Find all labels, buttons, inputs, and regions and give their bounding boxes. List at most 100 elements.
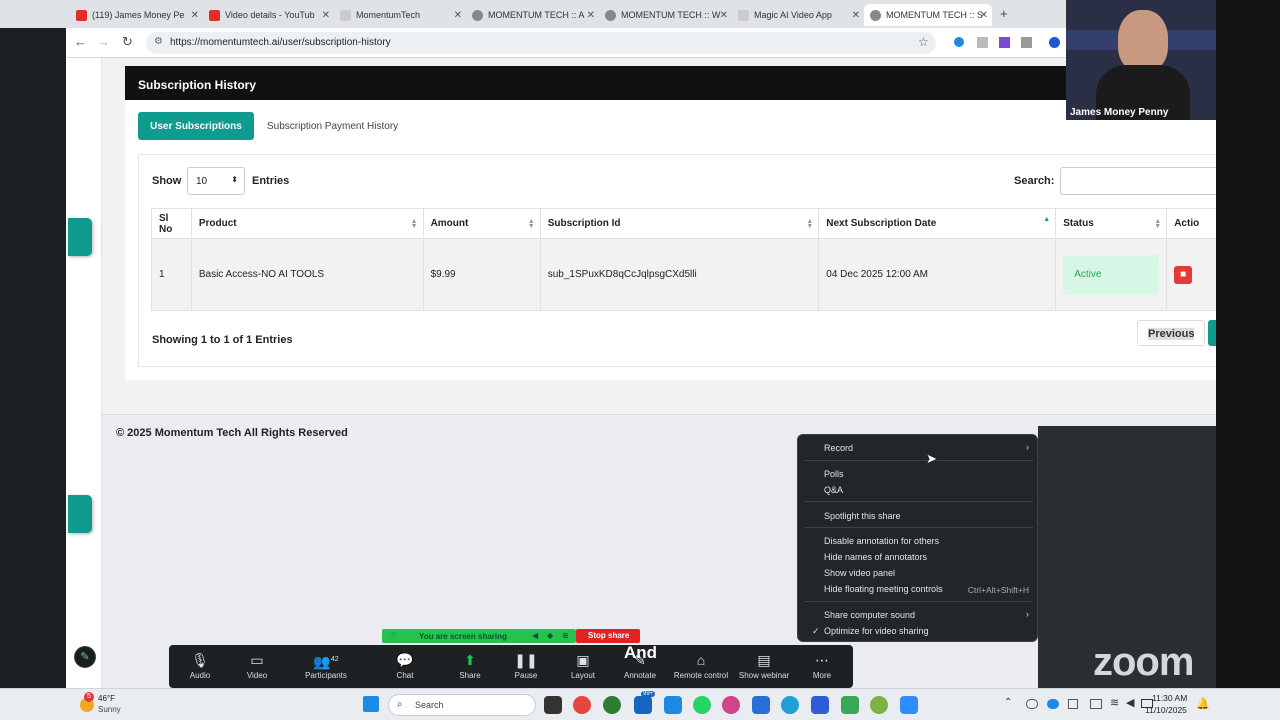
- sort-icon: ▲ ▼: [1154, 218, 1162, 230]
- close-icon[interactable]: ✕: [454, 10, 462, 21]
- store-icon[interactable]: [664, 696, 682, 714]
- app-tray-icon[interactable]: [1068, 699, 1078, 709]
- delete-trash-icon[interactable]: ■: [1174, 265, 1193, 284]
- url-field[interactable]: ⚙ https://momentumtech.ai/user/subscript…: [146, 32, 936, 54]
- column-header[interactable]: Sl No: [151, 208, 192, 239]
- clock-time[interactable]: 11:30 AM: [1152, 693, 1187, 703]
- telegram-icon[interactable]: [781, 696, 799, 714]
- menu-item-disable-annotation[interactable]: Disable annotation for others: [824, 536, 939, 546]
- mouse-cursor-icon: ➤: [926, 451, 937, 466]
- close-icon[interactable]: ✕: [720, 10, 728, 21]
- browser-tab-3[interactable]: MomentumTech ✕: [334, 4, 466, 26]
- forward-icon[interactable]: →: [97, 34, 110, 49]
- chevron-up-icon[interactable]: ⌃: [1004, 697, 1012, 708]
- column-header[interactable]: Next Subscription Date ▲: [818, 208, 1057, 239]
- wifi-icon[interactable]: ≋: [1110, 696, 1119, 709]
- outlook-icon[interactable]: [634, 696, 652, 714]
- speaker-icon[interactable]: ◀: [532, 631, 538, 640]
- participants-button[interactable]: 👥42 Participants: [296, 649, 356, 680]
- site-info-icon[interactable]: ⚙: [154, 36, 163, 47]
- bookmark-star-icon[interactable]: ☆: [918, 35, 929, 49]
- video-button[interactable]: ▭ Video: [227, 649, 287, 680]
- chat-icon: 💬: [396, 652, 414, 668]
- column-header[interactable]: Actio: [1166, 208, 1216, 239]
- windows-start-icon[interactable]: [363, 696, 379, 712]
- close-icon[interactable]: ✕: [980, 10, 988, 21]
- show-webinar-button[interactable]: ▤ Show webinar: [734, 649, 794, 680]
- browser-tab-7-active[interactable]: MOMENTUM TECH :: S ✕: [864, 4, 992, 26]
- app-icon[interactable]: [870, 696, 888, 714]
- remote-control-button[interactable]: ⌂ Remote control: [671, 649, 731, 680]
- extension-icon[interactable]: [1049, 37, 1060, 48]
- menu-item-show-video-panel[interactable]: Show video panel: [824, 568, 895, 578]
- share-button[interactable]: ⬆ Share: [440, 649, 500, 680]
- volume-icon[interactable]: ◀: [1126, 696, 1134, 709]
- column-header[interactable]: Subscription Id ▲ ▼: [539, 208, 820, 239]
- notification-bell-icon[interactable]: 🔔: [1196, 697, 1210, 710]
- more-button[interactable]: ⋯ More: [792, 649, 852, 680]
- onedrive-icon[interactable]: [1047, 699, 1059, 709]
- next-button[interactable]: [1208, 320, 1216, 346]
- display-icon[interactable]: [1090, 699, 1102, 709]
- annotation-pen-icon[interactable]: ✎: [74, 646, 96, 668]
- back-icon[interactable]: ←: [74, 34, 87, 49]
- outlook-badge: 99+: [641, 691, 656, 697]
- share-screen-icon: ⬆: [464, 652, 476, 668]
- search-input[interactable]: [1060, 167, 1216, 195]
- sidebar-toggle-button[interactable]: [68, 495, 92, 533]
- audio-button[interactable]: 🎙 Audio: [170, 649, 230, 680]
- chrome-icon[interactable]: [573, 696, 591, 714]
- menu-item-polls[interactable]: Polls: [824, 469, 844, 479]
- app-icon[interactable]: [752, 696, 770, 714]
- browser-tab-6[interactable]: Magic AI Video App ✕: [732, 4, 864, 26]
- menu-item-spotlight[interactable]: Spotlight this share: [824, 511, 901, 521]
- sidebar-toggle-button[interactable]: [68, 218, 92, 256]
- layout-button[interactable]: ▣ Layout: [553, 649, 613, 680]
- pause-button[interactable]: ❚❚ Pause: [496, 649, 556, 680]
- browser-tab-1[interactable]: (119) James Money Pe ✕: [70, 4, 203, 26]
- menu-item-optimize-video[interactable]: Optimize for video sharing: [824, 626, 929, 636]
- person-face: [1118, 10, 1168, 72]
- previous-button[interactable]: Previous: [1137, 320, 1205, 346]
- menu-item-hide-floating-controls[interactable]: Hide floating meeting controls: [824, 584, 943, 594]
- browser-tab-4[interactable]: MOMENTUM TECH :: A ✕: [466, 4, 599, 26]
- tab-user-subscriptions[interactable]: User Subscriptions: [138, 112, 254, 140]
- browser-tab-5[interactable]: MOMENTUM TECH :: W ✕: [599, 4, 732, 26]
- close-icon[interactable]: ✕: [322, 10, 330, 21]
- extension-icon[interactable]: [999, 37, 1010, 48]
- extension-icon[interactable]: [1021, 37, 1032, 48]
- menu-item-share-sound[interactable]: Share computer sound: [824, 610, 915, 620]
- menu-item-qa[interactable]: Q&A: [824, 485, 843, 495]
- column-header[interactable]: Product ▲ ▼: [190, 208, 424, 239]
- cell-product: Basic Access-NO AI TOOLS: [190, 238, 424, 311]
- entries-select[interactable]: 10 ⬍: [187, 167, 245, 195]
- globe-icon: [472, 9, 483, 21]
- close-icon[interactable]: ✕: [587, 10, 595, 21]
- signal-icon[interactable]: ≋: [562, 631, 569, 640]
- zoom-app-icon[interactable]: [900, 696, 918, 714]
- extension-icon[interactable]: [977, 37, 988, 48]
- chrome-icon[interactable]: [603, 696, 621, 714]
- clock-date[interactable]: 11/10/2025: [1145, 705, 1187, 715]
- browser-tab-2[interactable]: Video details - YouTub ✕: [203, 4, 334, 26]
- column-header[interactable]: Amount ▲ ▼: [422, 208, 541, 239]
- menu-item-record[interactable]: Record: [824, 443, 853, 453]
- reload-icon[interactable]: ↻: [122, 34, 133, 50]
- close-icon[interactable]: ✕: [191, 10, 199, 21]
- taskbar-search[interactable]: ⌕ Search: [388, 694, 536, 716]
- tab-payment-history[interactable]: Subscription Payment History: [267, 121, 398, 132]
- close-icon[interactable]: ✕: [852, 10, 860, 21]
- extension-cloud-icon[interactable]: [954, 37, 964, 47]
- app-icon[interactable]: [841, 696, 859, 714]
- menu-item-hide-annotators[interactable]: Hide names of annotators: [824, 552, 927, 562]
- new-tab-button[interactable]: +: [1000, 6, 1008, 21]
- shield-icon[interactable]: ◆: [547, 631, 553, 640]
- column-header[interactable]: Status ▲ ▼: [1055, 208, 1168, 239]
- stop-share-button[interactable]: Stop share: [576, 629, 640, 643]
- chat-button[interactable]: 💬 Chat: [375, 649, 435, 680]
- whatsapp-icon[interactable]: [693, 696, 711, 714]
- cloud-icon[interactable]: [1026, 699, 1038, 709]
- task-view-icon[interactable]: [544, 696, 562, 714]
- app-icon[interactable]: [811, 696, 829, 714]
- app-icon[interactable]: [722, 696, 740, 714]
